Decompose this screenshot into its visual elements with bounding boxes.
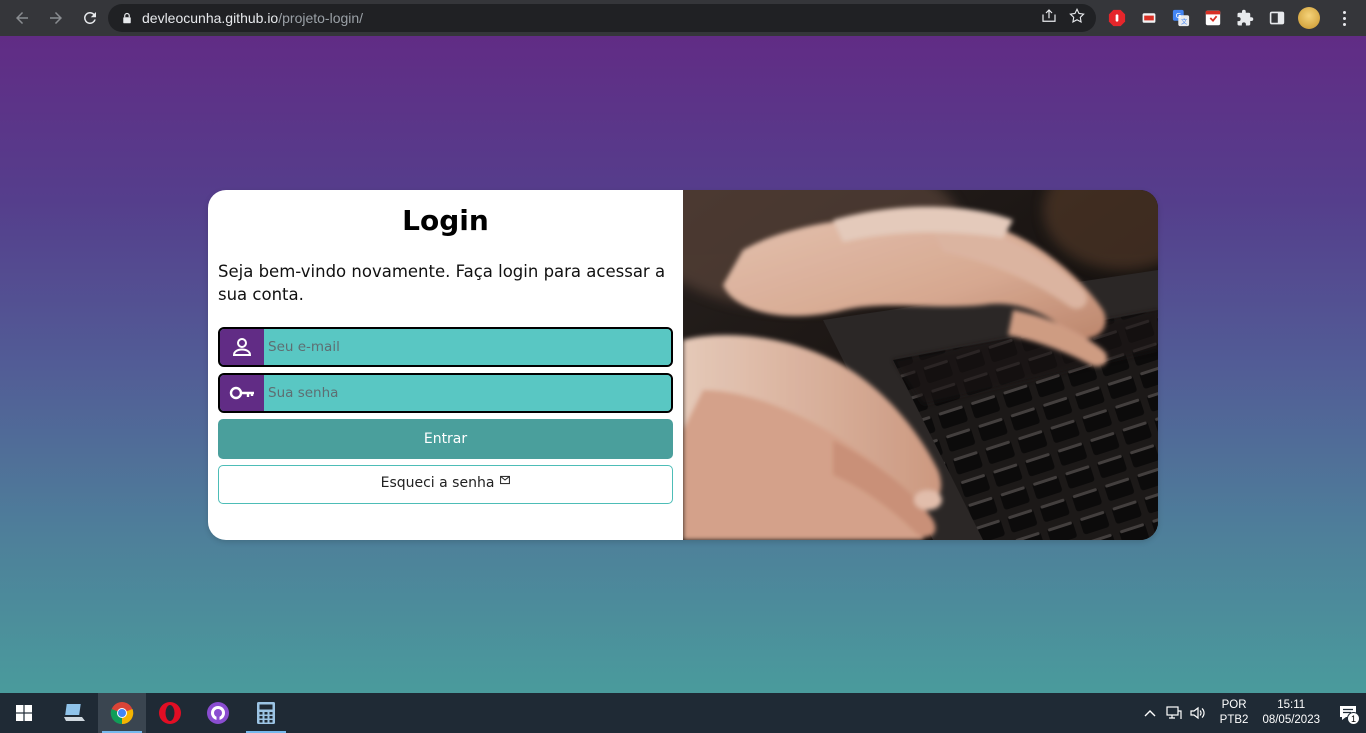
forward-button[interactable]: [40, 2, 72, 34]
arrow-left-icon: [16, 12, 28, 24]
taskbar-chrome[interactable]: [98, 693, 146, 733]
svg-text:文: 文: [1181, 16, 1188, 25]
lock-icon: [120, 11, 134, 25]
side-panel-icon[interactable]: [1266, 7, 1288, 29]
taskbar-github-desktop[interactable]: [194, 693, 242, 733]
taskbar: POR PTB2 15:11 08/05/2023 1: [0, 693, 1366, 733]
opera-icon: [159, 702, 181, 724]
taskbar-opera[interactable]: [146, 693, 194, 733]
bookmark-star-icon[interactable]: [1068, 7, 1086, 30]
windows-logo-icon: [16, 705, 32, 721]
forgot-password-label: Esqueci a senha: [380, 474, 495, 491]
taskbar-calculator[interactable]: [242, 693, 290, 733]
address-bar[interactable]: devleocunha.github.io/projeto-login/: [108, 4, 1096, 32]
forgot-password-button[interactable]: Esqueci a senha: [218, 465, 673, 504]
extensions-puzzle-icon[interactable]: [1234, 7, 1256, 29]
tray-expand-chevron-icon[interactable]: [1138, 693, 1162, 733]
enter-button[interactable]: Entrar: [218, 419, 673, 459]
adblock-extension-icon[interactable]: [1106, 7, 1128, 29]
clock-date: 08/05/2023: [1262, 714, 1320, 726]
calendar-extension-icon[interactable]: [1202, 7, 1224, 29]
network-icon[interactable]: [1162, 693, 1186, 733]
share-icon[interactable]: [1040, 7, 1058, 30]
password-input[interactable]: [264, 375, 671, 411]
envelope-icon: [500, 475, 511, 484]
email-field: [218, 327, 673, 367]
notification-center-button[interactable]: 1: [1330, 693, 1366, 733]
welcome-text: Seja bem-vindo novamente. Faça login par…: [218, 262, 666, 304]
taskbar-file-explorer[interactable]: [50, 693, 98, 733]
key-icon: [220, 375, 264, 411]
clock-time: 15:11: [1277, 699, 1306, 711]
reload-icon: [84, 12, 96, 24]
taskbar-clock[interactable]: 15:11 08/05/2023: [1262, 698, 1320, 728]
reload-button[interactable]: [74, 2, 106, 34]
calculator-icon: [257, 702, 275, 724]
back-button[interactable]: [6, 2, 38, 34]
login-card: Login Seja bem-vindo novamente. Faça log…: [208, 190, 1158, 540]
typing-hands-photo: [683, 190, 1158, 540]
browser-toolbar: devleocunha.github.io/projeto-login/ G文: [0, 0, 1366, 36]
email-input[interactable]: [264, 329, 671, 365]
page-background: Login Seja bem-vindo novamente. Faça log…: [0, 36, 1366, 693]
login-title: Login: [402, 204, 489, 237]
password-field: [218, 373, 673, 413]
start-button[interactable]: [0, 693, 48, 733]
browser-menu-icon[interactable]: [1336, 10, 1352, 26]
login-form: Login Seja bem-vindo novamente. Faça log…: [208, 190, 683, 540]
url-text: devleocunha.github.io/projeto-login/: [142, 10, 364, 26]
cast-extension-icon[interactable]: [1138, 7, 1160, 29]
profile-avatar[interactable]: [1298, 7, 1320, 29]
input-language-indicator[interactable]: POR PTB2: [1220, 698, 1249, 728]
notification-count-badge: 1: [1347, 712, 1360, 725]
github-icon: [207, 702, 229, 724]
translate-extension-icon[interactable]: G文: [1170, 7, 1192, 29]
volume-icon[interactable]: [1186, 693, 1210, 733]
user-icon: [220, 329, 264, 365]
system-tray: POR PTB2 15:11 08/05/2023 1: [1138, 693, 1366, 733]
arrow-right-icon: [50, 12, 62, 24]
chrome-icon: [110, 702, 134, 725]
laptop-app-icon: [64, 704, 85, 721]
